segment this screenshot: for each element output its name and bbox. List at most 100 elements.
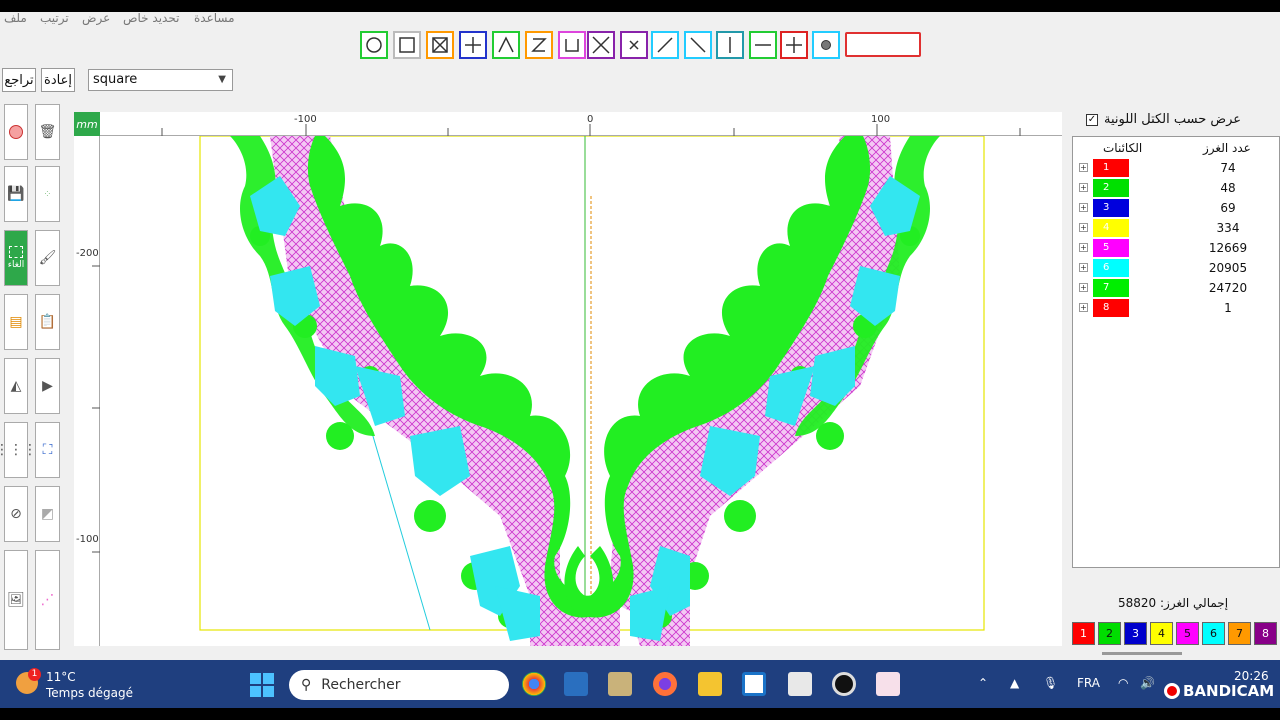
- box-x-shape-button[interactable]: [426, 31, 454, 59]
- cross-shape-button[interactable]: [780, 31, 808, 59]
- color-block-list[interactable]: الكائنات عدد الغرز +1 74 +2 48 +3 69 +4 334 +5 12…: [1072, 136, 1280, 568]
- volume-icon[interactable]: 🔊: [1140, 676, 1155, 690]
- tray-app-icon[interactable]: ▲: [1010, 676, 1019, 690]
- app-window-icon[interactable]: [564, 672, 588, 696]
- undo-button[interactable]: تراجع: [2, 68, 36, 92]
- embroidery-app-icon[interactable]: [608, 672, 632, 696]
- color-swatch[interactable]: 7: [1093, 279, 1129, 297]
- dot-shape-button[interactable]: [812, 31, 840, 59]
- x-large-shape-button[interactable]: [587, 31, 615, 59]
- redo-button[interactable]: إعادة: [41, 68, 75, 92]
- color-block-row[interactable]: +7 24720: [1073, 279, 1279, 299]
- menu-arrange[interactable]: ترتيب: [40, 12, 69, 25]
- cross-icon: [786, 37, 802, 53]
- color-swatch[interactable]: 2: [1093, 179, 1129, 197]
- palette-color-button[interactable]: 6: [1202, 622, 1225, 645]
- menu-special-select[interactable]: تحديد خاص: [123, 12, 179, 25]
- hide-image-tool[interactable]: ⊘: [4, 486, 28, 542]
- start-button[interactable]: [250, 673, 274, 697]
- menu-file[interactable]: ملف: [4, 12, 27, 25]
- play-tool[interactable]: ▶: [35, 358, 60, 414]
- palette-color-button[interactable]: 1: [1072, 622, 1095, 645]
- design-canvas[interactable]: mm -100 0 100 -200 -100: [74, 112, 1062, 646]
- language-indicator[interactable]: FRA: [1077, 676, 1100, 690]
- palette-color-button[interactable]: 4: [1150, 622, 1173, 645]
- stitch-preview-tool[interactable]: ⋰: [35, 550, 60, 650]
- layers-tool[interactable]: ▤: [4, 294, 28, 350]
- caret-shape-button[interactable]: [492, 31, 520, 59]
- show-by-blocks-row[interactable]: ✓ عرض حسب الكتل اللونية: [1086, 112, 1241, 127]
- taskbar-search[interactable]: ⚲ Rechercher: [289, 670, 509, 700]
- expand-icon[interactable]: +: [1079, 303, 1088, 312]
- design-app-icon[interactable]: [876, 672, 900, 696]
- expand-icon[interactable]: +: [1079, 183, 1088, 192]
- stitch-count: 24720: [1208, 281, 1248, 295]
- palette-color-button[interactable]: 3: [1124, 622, 1147, 645]
- slash-shape-button[interactable]: [651, 31, 679, 59]
- color-swatch[interactable]: 6: [1093, 259, 1129, 277]
- palette-color-button[interactable]: 5: [1176, 622, 1199, 645]
- circle-icon: [366, 37, 382, 53]
- menu-help[interactable]: مساعدة: [194, 12, 235, 25]
- file-explorer-icon[interactable]: [698, 672, 722, 696]
- show-by-blocks-checkbox[interactable]: ✓: [1086, 113, 1098, 126]
- plus-shape-button[interactable]: [459, 31, 487, 59]
- z-shape-button[interactable]: [525, 31, 553, 59]
- color-input-field[interactable]: [845, 32, 921, 57]
- expand-icon[interactable]: +: [1079, 283, 1088, 292]
- grid-tool[interactable]: ⋮⋮⋮: [0, 422, 37, 478]
- wifi-icon[interactable]: ◠: [1118, 676, 1128, 690]
- document-app-icon[interactable]: [788, 672, 812, 696]
- color-swatch[interactable]: 3: [1093, 199, 1129, 217]
- mirror-tool[interactable]: ◭: [4, 358, 28, 414]
- color-block-row[interactable]: +2 48: [1073, 179, 1279, 199]
- embroidery-design-area[interactable]: [100, 135, 1062, 646]
- color-block-row[interactable]: +4 334: [1073, 219, 1279, 239]
- add-image-tool[interactable]: 🖼: [4, 550, 28, 650]
- firefox-icon[interactable]: [653, 672, 677, 696]
- clipboard-tool[interactable]: 📋: [35, 294, 60, 350]
- palette-color-button[interactable]: 7: [1228, 622, 1251, 645]
- color-block-row[interactable]: +8 1: [1073, 299, 1279, 319]
- backslash-shape-button[interactable]: [684, 31, 712, 59]
- color-block-row[interactable]: +6 20905: [1073, 259, 1279, 279]
- delete-tool[interactable]: 🗑: [35, 104, 60, 160]
- scatter-tool[interactable]: ⁘: [35, 166, 60, 222]
- clock-time[interactable]: 20:26: [1234, 669, 1269, 683]
- store-icon[interactable]: [742, 672, 766, 696]
- x-small-shape-button[interactable]: [620, 31, 648, 59]
- u-shape-button[interactable]: [558, 31, 586, 59]
- color-block-row[interactable]: +1 74: [1073, 159, 1279, 179]
- expand-icon[interactable]: +: [1079, 163, 1088, 172]
- record-icon[interactable]: [832, 672, 856, 696]
- menu-view[interactable]: عرض: [82, 12, 110, 25]
- color-block-row[interactable]: +5 12669: [1073, 239, 1279, 259]
- color-swatch[interactable]: 4: [1093, 219, 1129, 237]
- expand-icon[interactable]: +: [1079, 263, 1088, 272]
- color-swatch[interactable]: 1: [1093, 159, 1129, 177]
- circle-shape-button[interactable]: [360, 31, 388, 59]
- shape-type-select[interactable]: square ▼: [88, 69, 233, 91]
- path-tool[interactable]: ◩: [35, 486, 60, 542]
- color-block-row[interactable]: +3 69: [1073, 199, 1279, 219]
- chrome-icon[interactable]: [522, 672, 546, 696]
- tray-chevron-up-icon[interactable]: ⌃: [978, 676, 988, 690]
- horizontal-scrollbar[interactable]: [1102, 652, 1182, 655]
- color-swatch[interactable]: 5: [1093, 239, 1129, 257]
- expand-icon[interactable]: +: [1079, 203, 1088, 212]
- stop-tool[interactable]: [4, 104, 28, 160]
- microphone-icon[interactable]: 🎙: [1043, 676, 1058, 690]
- square-shape-button[interactable]: [393, 31, 421, 59]
- vertical-shape-button[interactable]: [716, 31, 744, 59]
- save-tool[interactable]: 💾: [4, 166, 28, 222]
- palette-color-button[interactable]: 8: [1254, 622, 1277, 645]
- color-swatch[interactable]: 8: [1093, 299, 1129, 317]
- fill-tool[interactable]: الغاء: [4, 230, 28, 286]
- palette-color-button[interactable]: 2: [1098, 622, 1121, 645]
- expand-icon[interactable]: +: [1079, 223, 1088, 232]
- mirror-icon: ◭: [10, 378, 22, 394]
- brush-tool[interactable]: 🖌: [35, 230, 60, 286]
- minus-shape-button[interactable]: [749, 31, 777, 59]
- expand-icon[interactable]: +: [1079, 243, 1088, 252]
- nodes-tool[interactable]: ⛶: [35, 422, 60, 478]
